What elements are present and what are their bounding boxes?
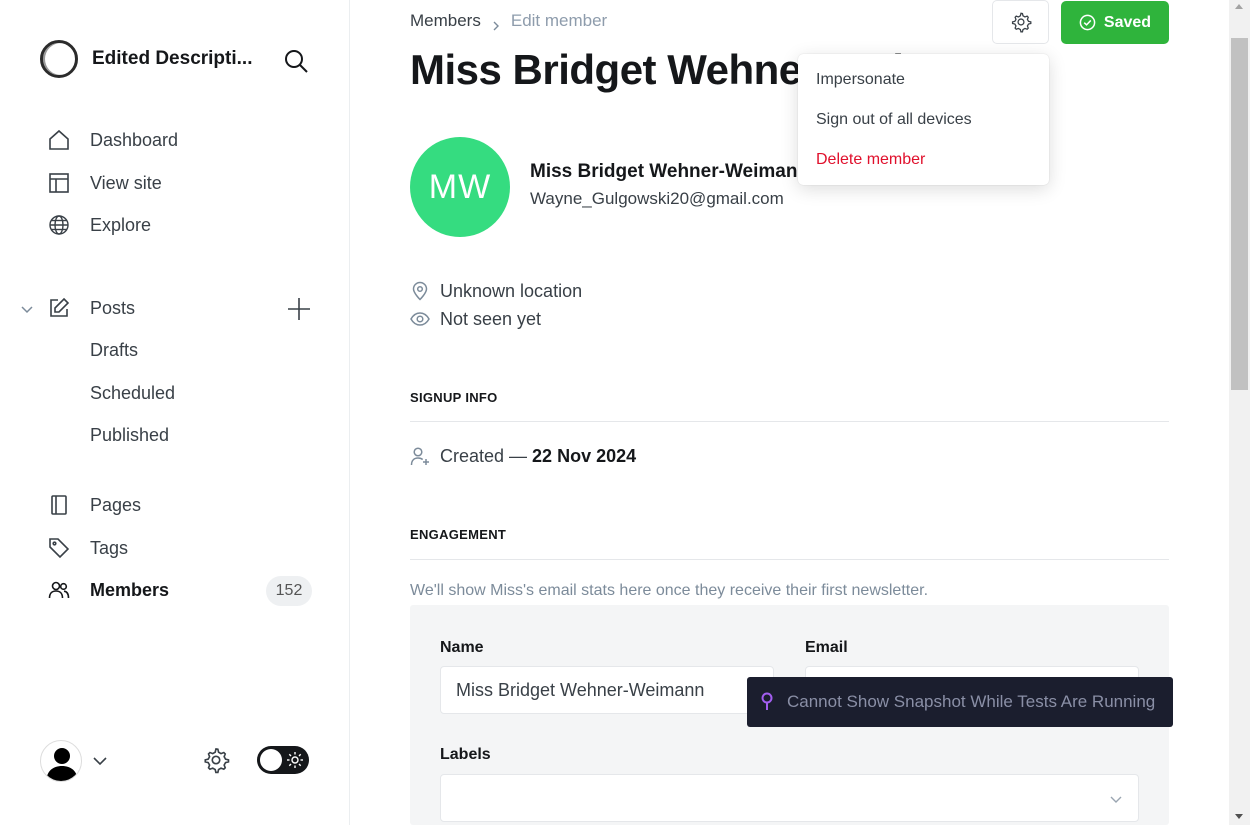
tag-icon	[46, 535, 72, 561]
saved-label: Saved	[1103, 13, 1152, 31]
scroll-down-arrow-icon[interactable]	[1235, 814, 1243, 819]
sidebar: Edited Descripti... Dashboard View site …	[0, 0, 350, 825]
sidebar-item-drafts[interactable]: Drafts	[90, 335, 138, 365]
site-name: Edited Descripti...	[92, 48, 253, 69]
settings-gear-icon[interactable]	[202, 746, 230, 774]
page-icon	[46, 492, 72, 518]
toast-text: Cannot Show Snapshot While Tests Are Run…	[787, 692, 1156, 711]
sidebar-item-scheduled[interactable]: Scheduled	[90, 378, 175, 408]
site-brand[interactable]: Edited Descripti...	[40, 40, 262, 78]
sidebar-item-label: Members	[90, 579, 170, 600]
member-location: Unknown location	[410, 279, 582, 303]
sidebar-item-explore[interactable]: Explore	[46, 210, 151, 240]
saved-button[interactable]: Saved	[1061, 1, 1169, 44]
users-icon	[46, 577, 72, 603]
email-label: Email	[805, 639, 848, 656]
sidebar-item-label: Posts	[90, 297, 136, 318]
sidebar-item-label: Explore	[90, 214, 152, 235]
signup-info-heading: SIGNUP INFO	[410, 390, 498, 405]
member-avatar: MW	[410, 137, 510, 237]
member-email: Wayne_Gulgowski20@gmail.com	[530, 189, 784, 208]
user-avatar[interactable]	[40, 740, 82, 782]
member-settings-button[interactable]	[992, 0, 1049, 44]
scroll-thumb[interactable]	[1231, 38, 1248, 390]
breadcrumb: Members Edit member	[410, 10, 607, 32]
scrollbar[interactable]	[1229, 0, 1250, 825]
last-seen-text: Not seen yet	[440, 308, 542, 329]
edit-icon	[46, 295, 72, 321]
breadcrumb-members-link[interactable]: Members	[410, 11, 481, 31]
created-label: Created —	[440, 445, 528, 466]
sidebar-item-pages[interactable]: Pages	[46, 490, 141, 520]
chevron-right-icon	[491, 16, 501, 31]
scroll-up-arrow-icon[interactable]	[1235, 4, 1243, 9]
divider	[410, 559, 1169, 560]
plus-icon[interactable]	[286, 296, 312, 322]
chevron-down-icon	[1108, 791, 1124, 807]
sidebar-item-label: View site	[90, 172, 162, 193]
created-row: Created — 22 Nov 2024	[410, 444, 636, 468]
sidebar-item-published[interactable]: Published	[90, 420, 169, 450]
name-input[interactable]: Miss Bridget Wehner-Weimann	[440, 666, 774, 714]
sidebar-item-label: Pages	[90, 494, 142, 515]
sidebar-item-view-site[interactable]: View site	[46, 168, 162, 198]
menu-item-delete-member[interactable]: Delete member	[798, 142, 1049, 182]
member-name: Miss Bridget Wehner-Weimann	[530, 161, 800, 182]
layout-icon	[46, 170, 72, 196]
toggle-knob	[260, 749, 282, 771]
gear-icon	[1011, 12, 1031, 33]
engagement-heading: ENGAGEMENT	[410, 527, 507, 542]
globe-icon	[46, 212, 72, 238]
sidebar-item-members[interactable]: Members	[46, 575, 169, 605]
user-plus-icon	[410, 446, 430, 466]
snapshot-toast: Cannot Show Snapshot While Tests Are Run…	[747, 677, 1173, 727]
check-circle-icon	[1079, 14, 1096, 31]
sun-icon	[286, 751, 304, 769]
created-date: 22 Nov 2024	[532, 445, 637, 466]
divider	[410, 421, 1169, 422]
chevron-down-icon[interactable]	[91, 752, 109, 770]
labels-label: Labels	[440, 746, 491, 763]
breadcrumb-current: Edit member	[510, 11, 608, 30]
location-pin-icon	[410, 281, 430, 301]
sidebar-item-posts[interactable]: Posts	[46, 293, 135, 323]
chevron-down-icon[interactable]	[18, 300, 36, 318]
engagement-note: We'll show Miss's email stats here once …	[410, 582, 929, 599]
sidebar-item-dashboard[interactable]: Dashboard	[46, 125, 178, 155]
location-text: Unknown location	[440, 280, 583, 301]
member-last-seen: Not seen yet	[410, 307, 541, 331]
menu-item-impersonate[interactable]: Impersonate	[798, 62, 1049, 102]
member-actions-menu: Impersonate Sign out of all devices Dele…	[798, 54, 1049, 185]
search-icon[interactable]	[283, 48, 309, 74]
home-icon	[46, 127, 72, 153]
menu-item-sign-out-all[interactable]: Sign out of all devices	[798, 102, 1049, 142]
theme-toggle[interactable]	[257, 746, 309, 774]
name-label: Name	[440, 639, 484, 656]
labels-select[interactable]	[440, 774, 1139, 822]
pin-icon	[759, 692, 775, 712]
sidebar-item-label: Tags	[90, 537, 129, 558]
sidebar-item-tags[interactable]: Tags	[46, 533, 128, 563]
site-logo	[40, 40, 78, 78]
sidebar-item-label: Dashboard	[90, 129, 179, 150]
members-count-badge: 152	[266, 576, 312, 606]
eye-icon	[410, 309, 430, 329]
